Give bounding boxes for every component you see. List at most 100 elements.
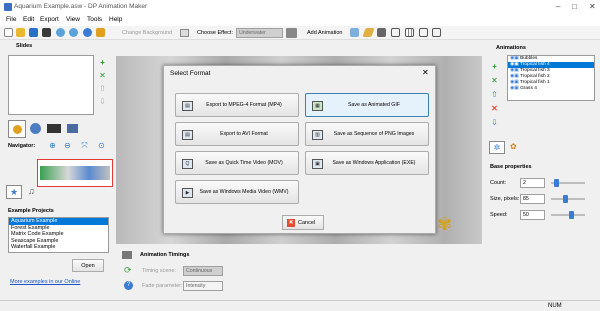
pencil-icon[interactable] xyxy=(362,28,375,37)
slide-tab-effects-icon[interactable] xyxy=(30,123,41,134)
count-slider-thumb[interactable] xyxy=(554,179,559,187)
navigator-title: Navigator: xyxy=(8,143,36,149)
menu-export[interactable]: Export xyxy=(40,16,59,23)
duplicate-animation-icon[interactable]: ✕ xyxy=(490,76,499,85)
effect-settings-icon[interactable] xyxy=(286,28,297,38)
gif-icon: ▦ xyxy=(312,101,323,111)
info-icon[interactable] xyxy=(83,28,92,37)
open-folder-icon[interactable] xyxy=(16,28,25,37)
avi-icon: ▤ xyxy=(182,130,193,140)
navigator-preview[interactable] xyxy=(37,159,113,187)
menu-file[interactable]: File xyxy=(6,16,16,23)
maximize-icon[interactable]: □ xyxy=(572,2,577,11)
save-exe-button[interactable]: ▣ Save as Windows Application (EXE) xyxy=(305,151,429,175)
timing-scene-select[interactable]: Continuous xyxy=(183,266,223,276)
menu-help[interactable]: Help xyxy=(109,16,122,23)
resize-icon[interactable] xyxy=(432,28,441,37)
butterfly-icon[interactable]: ✾ xyxy=(437,214,452,235)
cancel-button[interactable]: ✕ Cancel xyxy=(282,215,324,230)
help-icon[interactable]: ? xyxy=(124,281,133,290)
delete-animation-icon[interactable]: ✕ xyxy=(490,104,499,113)
size-label: Size, pixels: xyxy=(490,196,520,202)
speed-slider-thumb[interactable] xyxy=(569,211,574,219)
timings-icon xyxy=(122,251,132,259)
brush-icon[interactable] xyxy=(377,28,386,37)
animations-list[interactable]: ◉▣ Bubbles ◉▣ Tropical fish 4 ◉▣ Tropica… xyxy=(507,55,595,101)
animation-timings-panel: Animation Timings ⟳ Timing scene: Contin… xyxy=(116,247,482,300)
move-up-icon[interactable]: ⇧ xyxy=(98,84,107,93)
slides-panel: Slides + ✕ ⇧ ⇩ xyxy=(0,40,113,144)
delete-slide-icon[interactable]: ✕ xyxy=(98,71,107,80)
menu-bar: File Edit Export View Tools Help xyxy=(0,15,600,26)
properties-tab-gear[interactable]: ✲ xyxy=(489,141,505,154)
select-format-dialog: Select Format ✕ ▤ Export to MPEG-4 Forma… xyxy=(163,65,436,234)
size-input[interactable]: 85 xyxy=(520,194,545,204)
menu-tools[interactable]: Tools xyxy=(87,16,102,23)
background-picker-icon[interactable] xyxy=(180,29,189,37)
move-animation-up-icon[interactable]: ⇧ xyxy=(490,90,499,99)
navigator-tab-star-icon[interactable]: ★ xyxy=(6,185,22,199)
more-examples-link[interactable]: More examples in our Online xyxy=(10,279,80,285)
move-animation-down-icon[interactable]: ⇩ xyxy=(490,118,499,127)
key-icon[interactable] xyxy=(96,28,105,37)
save-png-sequence-button[interactable]: ▥ Save as Sequence of PNG Images xyxy=(305,122,429,146)
navigator-tab-music-icon[interactable]: ♫ xyxy=(28,186,35,196)
refresh-icon[interactable]: ⟳ xyxy=(124,265,132,276)
menu-edit[interactable]: Edit xyxy=(23,16,34,23)
example-projects-list[interactable]: Aquarium Example Forest Example Matrix C… xyxy=(8,217,109,253)
slide-tab-background[interactable] xyxy=(8,120,26,138)
menu-view[interactable]: View xyxy=(66,16,80,23)
close-icon[interactable]: ✕ xyxy=(589,2,596,11)
properties-tab-palette-icon[interactable]: ✿ xyxy=(510,142,517,151)
zoom-in-icon[interactable]: ⊕ xyxy=(48,141,57,150)
save-wmv-button[interactable]: ▶ Save as Windows Media Video (WMV) xyxy=(175,180,299,204)
move-down-icon[interactable]: ⇩ xyxy=(98,97,107,106)
save-gif-button[interactable]: ▦ Save as Animated GIF xyxy=(305,93,429,117)
add-slide-icon[interactable]: + xyxy=(98,58,107,67)
open-button[interactable]: Open xyxy=(72,259,104,272)
slides-list[interactable] xyxy=(8,55,94,115)
speed-label: Speed: xyxy=(490,212,508,218)
save-mov-button[interactable]: Q Save as Quick Time Video (MOV) xyxy=(175,151,299,175)
window-title: Aquarium Example.asw - DP Animation Make… xyxy=(14,3,148,10)
num-lock-indicator: NUM xyxy=(548,303,562,309)
speed-slider[interactable] xyxy=(551,214,585,216)
crop-icon[interactable] xyxy=(419,28,428,37)
zoom-actual-icon[interactable]: ⊙ xyxy=(97,141,106,150)
zoom-out-icon[interactable]: ⊖ xyxy=(63,141,72,150)
size-slider-thumb[interactable] xyxy=(563,195,568,203)
export-mp4-button[interactable]: ▤ Export to MPEG-4 Format (MP4) xyxy=(175,93,299,117)
animations-panel: Animations ◉▣ Bubbles ◉▣ Tropical fish 4… xyxy=(487,40,600,140)
magnet-icon[interactable] xyxy=(42,28,51,37)
cancel-icon: ✕ xyxy=(287,219,295,227)
new-file-icon[interactable] xyxy=(4,28,13,37)
slide-tab-export-icon[interactable] xyxy=(67,124,78,133)
animations-title: Animations xyxy=(496,45,526,51)
choose-effect-label: Choose Effect: xyxy=(197,30,233,36)
count-input[interactable]: 2 xyxy=(520,178,545,188)
undo-icon[interactable] xyxy=(56,28,65,37)
frame-icon[interactable] xyxy=(391,28,400,37)
effect-select[interactable]: Underwater xyxy=(236,28,283,38)
fade-parameter-select[interactable]: Intensity xyxy=(183,281,223,291)
export-avi-button[interactable]: ▤ Export to AVI Format xyxy=(175,122,299,146)
example-project-item[interactable]: Waterfall Example xyxy=(9,244,108,251)
save-icon[interactable] xyxy=(29,28,38,37)
animation-item[interactable]: ◉▣ Grass 4 xyxy=(508,86,594,92)
dialog-close-icon[interactable]: ✕ xyxy=(422,68,429,77)
grid-icon[interactable] xyxy=(405,28,414,37)
fit-icon[interactable]: ⤧ xyxy=(80,141,89,150)
add-animation-icon[interactable]: + xyxy=(490,62,499,71)
speed-input[interactable]: 50 xyxy=(520,210,545,220)
redo-icon[interactable] xyxy=(69,28,78,37)
size-slider[interactable] xyxy=(551,198,585,200)
minimize-icon[interactable]: – xyxy=(556,2,560,11)
title-bar: Aquarium Example.asw - DP Animation Make… xyxy=(0,0,600,15)
app-icon xyxy=(4,3,12,11)
base-properties-title: Base properties xyxy=(490,164,532,170)
animation-picker-icon[interactable] xyxy=(350,28,359,37)
slide-tab-video-icon[interactable] xyxy=(47,124,61,133)
change-background-button[interactable]: Change Background xyxy=(122,30,172,36)
quicktime-icon: Q xyxy=(182,159,193,169)
add-animation-button[interactable]: Add Animation xyxy=(307,30,342,36)
